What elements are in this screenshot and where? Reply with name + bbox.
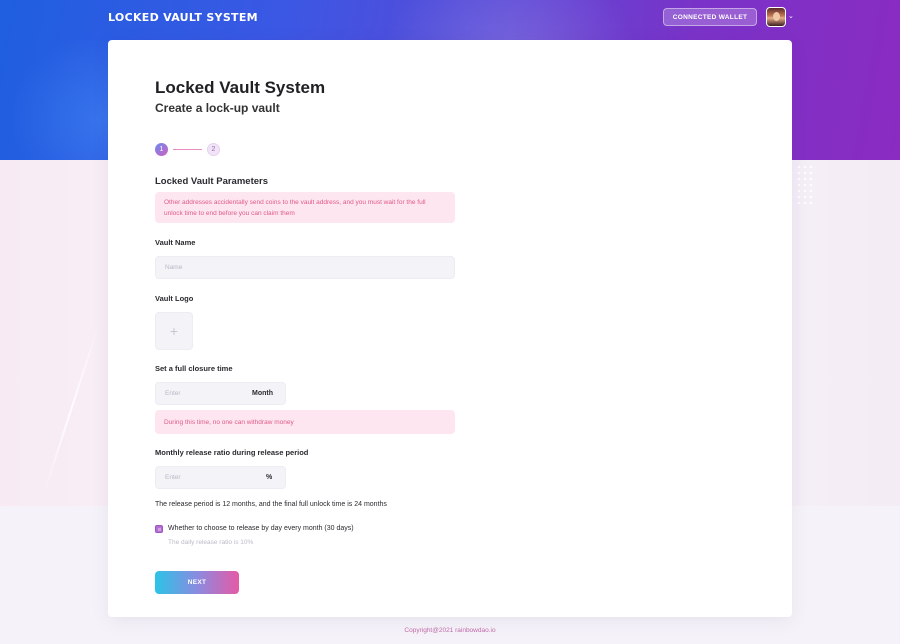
page-title: Locked Vault System — [155, 78, 326, 97]
daily-release-checkbox[interactable] — [155, 525, 163, 533]
release-ratio-label: Monthly release ratio during release per… — [155, 448, 309, 457]
daily-release-checkbox-label[interactable]: Whether to choose to release by day ever… — [168, 525, 354, 532]
plus-icon: + — [169, 323, 179, 339]
avatar-face — [773, 12, 780, 21]
step-connector — [173, 149, 202, 150]
page-subtitle: Create a lock-up vault — [155, 101, 280, 115]
vault-name-input[interactable]: Name — [155, 256, 455, 279]
vault-name-label: Vault Name — [155, 238, 196, 247]
closure-time-label: Set a full closure time — [155, 364, 233, 373]
avatar[interactable] — [766, 7, 786, 27]
step-indicator-2: 2 — [207, 143, 220, 156]
closure-notice: During this time, no one can withdraw mo… — [155, 410, 455, 434]
footer-copyright: Copyright@2021 rainbowdao.io — [404, 627, 496, 634]
section-title: Locked Vault Parameters — [155, 176, 268, 187]
logo-upload-button[interactable]: + — [155, 312, 193, 350]
release-unit-label: % — [266, 474, 273, 481]
next-button[interactable]: NEXT — [155, 571, 239, 594]
closure-unit-label: Month — [252, 390, 273, 397]
release-info-text: The release period is 12 months, and the… — [155, 501, 387, 508]
daily-release-hint: The daily release ratio is 10% — [168, 539, 254, 546]
decorative-dots — [796, 164, 816, 204]
vault-logo-label: Vault Logo — [155, 294, 194, 303]
step-indicator-1: 1 — [155, 143, 168, 156]
connected-wallet-button[interactable]: CONNECTED WALLET — [663, 8, 757, 26]
brand-logo-text[interactable]: LOCKED VAULT SYSTEM — [108, 11, 258, 24]
chevron-down-icon[interactable]: ⌄ — [788, 12, 794, 20]
warning-notice: Other addresses accidentally send coins … — [155, 192, 455, 223]
